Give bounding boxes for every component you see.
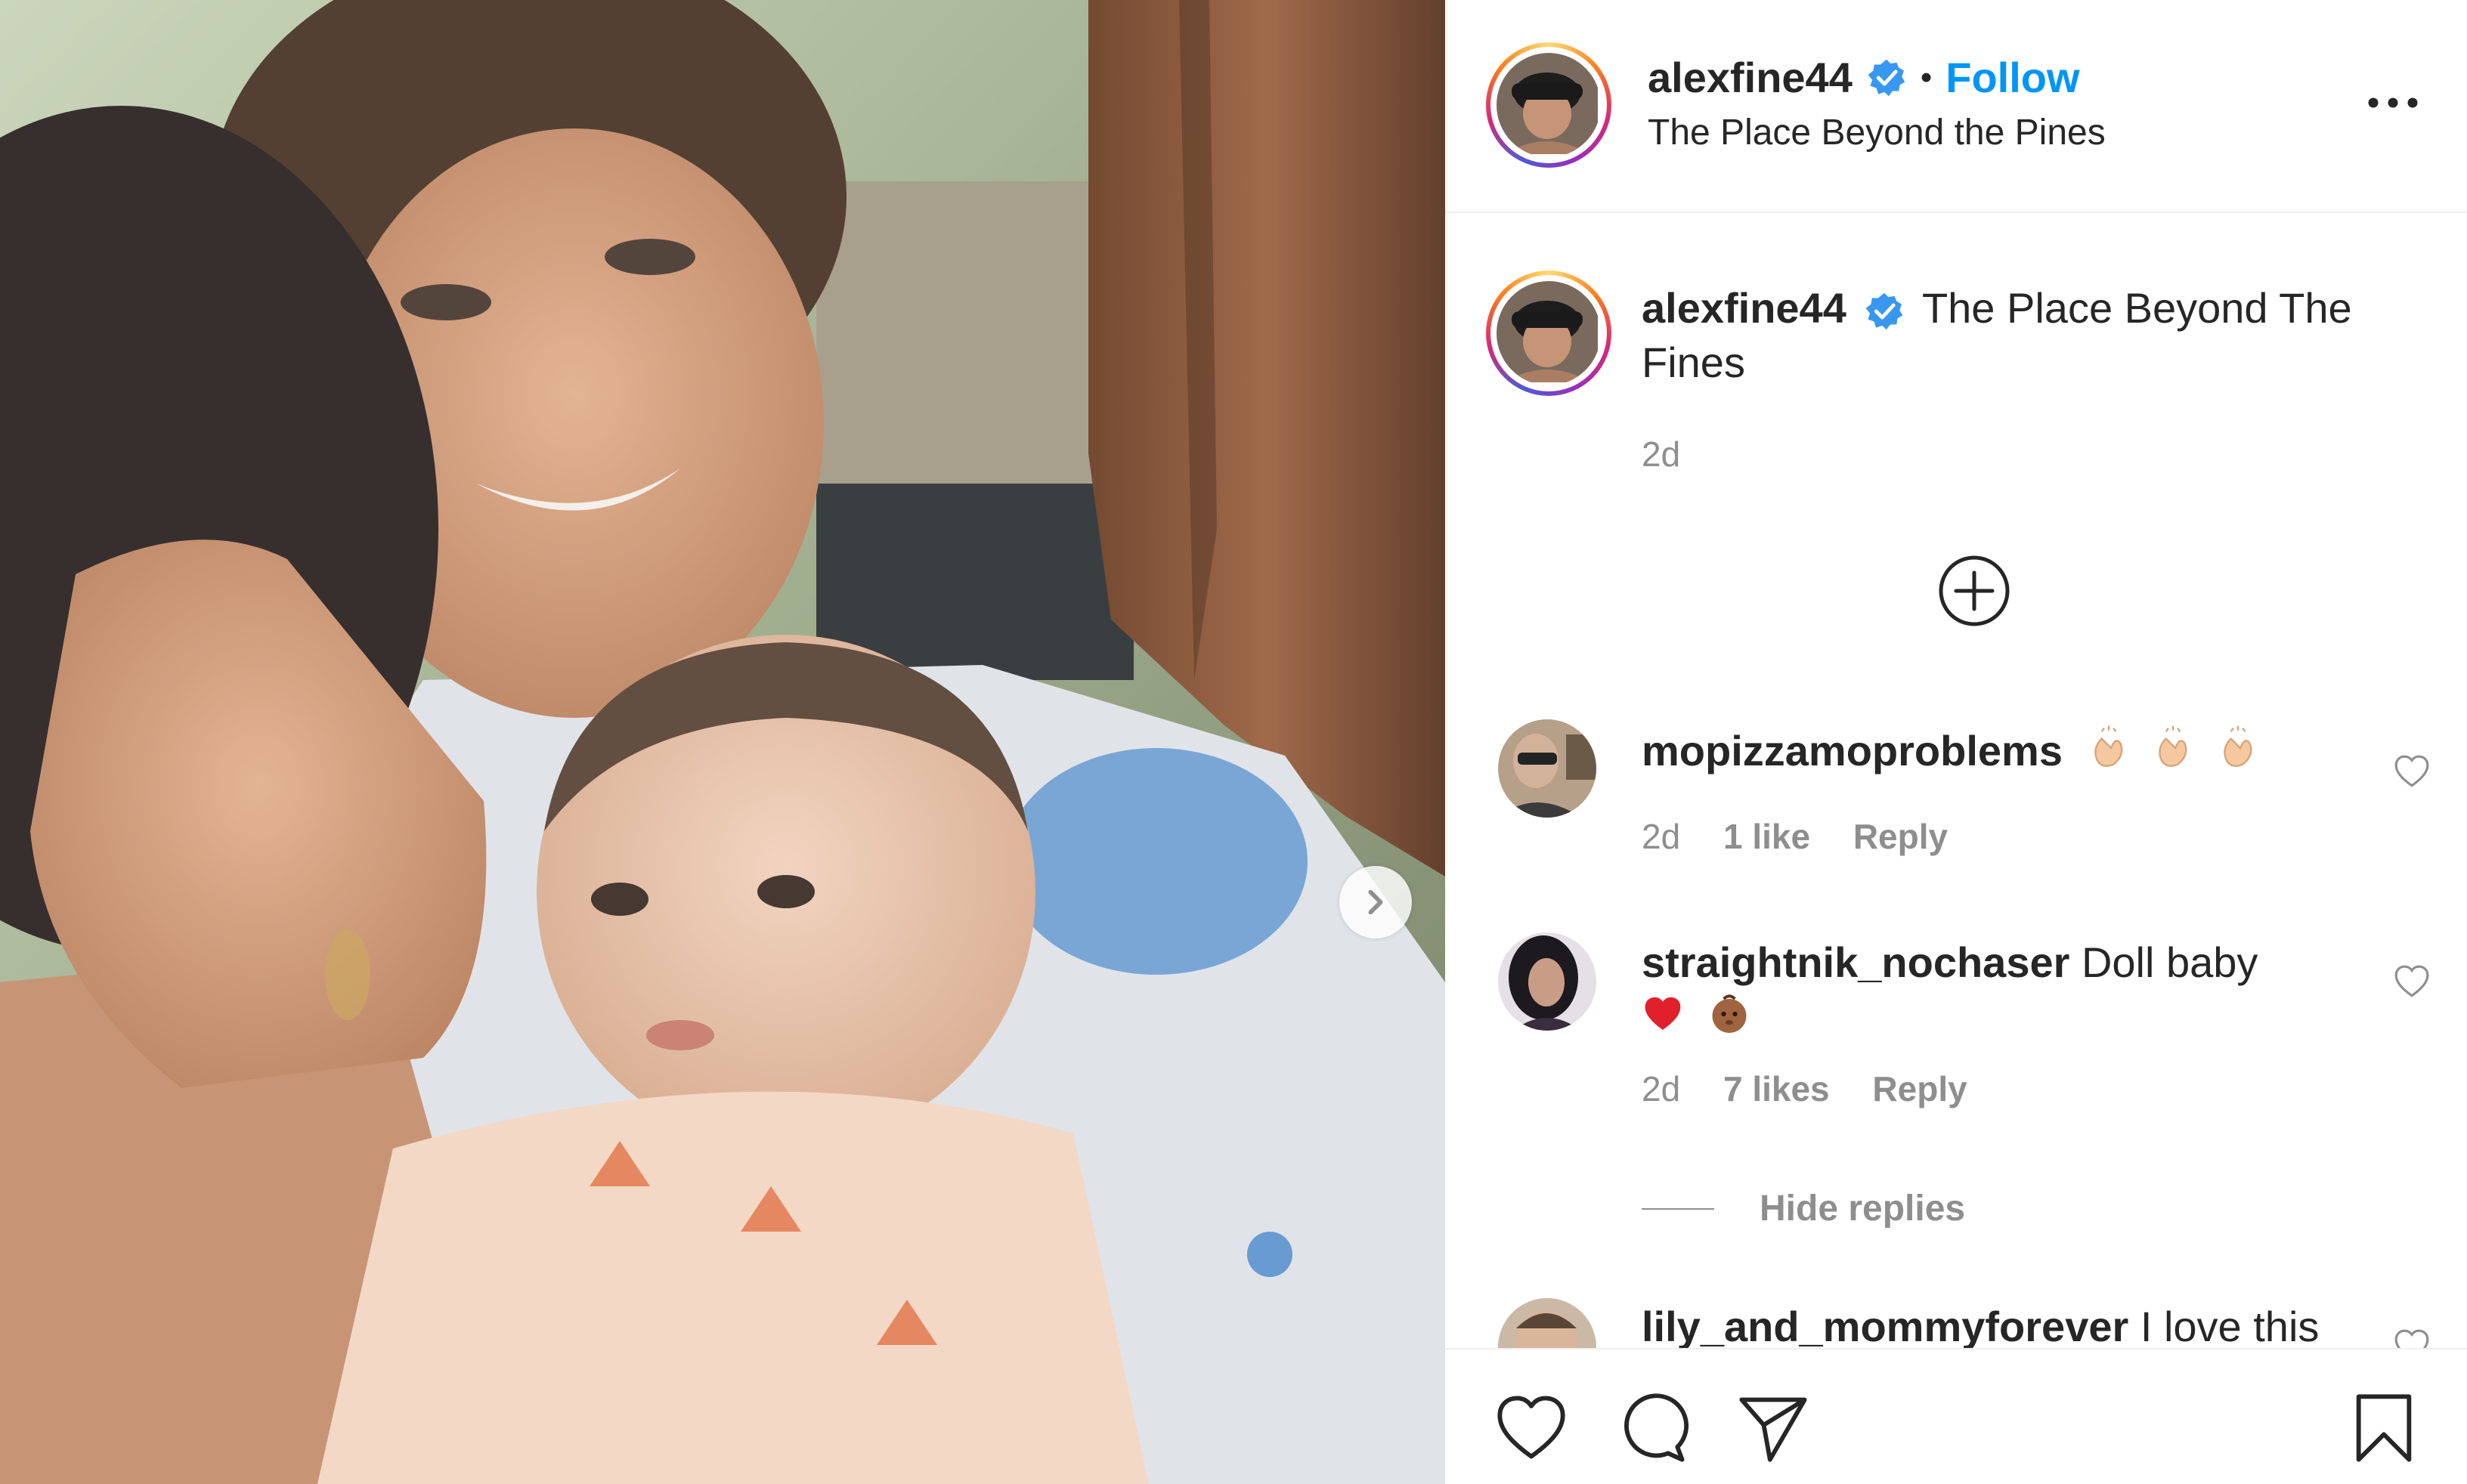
plus-circle-icon [1939,555,2010,626]
post-caption: alexfine44 The Place Beyond The Fines [1642,281,2397,390]
comment-reply-button[interactable]: Reply [1853,817,1948,856]
clapping-hands-emoji [2215,725,2261,784]
heart-icon[interactable] [2393,1327,2431,1348]
load-more-comments-button[interactable] [1936,553,2012,629]
comment-meta: 2d 7 likes Reply [1642,1068,2001,1109]
save-button[interactable] [2346,1390,2422,1466]
share-button[interactable] [1735,1390,1811,1466]
comment-reply-button[interactable]: Reply [1872,1069,1967,1108]
comment-item: lily_and_mommyforever I love this [1445,1285,2467,1348]
caption-timestamp[interactable]: 2d [1642,434,1680,475]
next-photo-button[interactable] [1339,866,1412,938]
hide-replies-line [1642,1207,1714,1210]
comment-username[interactable]: mopizzamoproblems [1642,727,2063,774]
comment-likes[interactable]: 1 like [1723,817,1810,856]
author-avatar[interactable] [1486,42,1611,168]
comment-bubble-icon [1624,1393,1689,1462]
caption-author-avatar[interactable] [1486,271,1611,396]
post-header: alexfine44 • Follow The Place Beyond the… [1445,0,2467,213]
caption-avatar-image [1497,281,1598,382]
follow-button[interactable]: Follow [1945,53,2079,102]
heart-icon[interactable] [2393,963,2431,1000]
comment-text: I love this [2140,1303,2320,1348]
commenter-avatar-image [1498,1298,1596,1348]
post-actions-bar [1445,1348,2467,1484]
baby-emoji [1707,991,1752,1050]
comment-avatar[interactable] [1498,1298,1596,1348]
comment-item: straightnik_nochaser Doll baby 2d 7 like… [1445,931,2467,1158]
post-location[interactable]: The Place Beyond the Pines [1648,112,2106,153]
separator-dot: • [1920,58,1933,96]
author-username[interactable]: alexfine44 [1648,53,1853,102]
comment-button[interactable] [1614,1390,1690,1466]
heart-icon [1497,1396,1565,1459]
verified-badge-icon [1866,292,1903,330]
heart-icon[interactable] [2393,753,2431,790]
author-avatar-image [1497,53,1598,154]
verified-badge-icon [1868,59,1905,96]
caption-username[interactable]: alexfine44 [1642,284,1846,332]
comment-username[interactable]: lily_and_mommyforever [1642,1303,2128,1348]
comment-text: Doll baby [2081,938,2258,986]
hide-replies-button[interactable]: Hide replies [1642,1188,1965,1229]
hide-replies-label: Hide replies [1760,1189,1966,1229]
comment-timestamp[interactable]: 2d [1642,1069,1680,1108]
post-side-panel: alexfine44 • Follow The Place Beyond the… [1445,0,2467,1484]
post-photo[interactable] [0,0,1445,1484]
comment-avatar[interactable] [1498,719,1596,818]
comment-timestamp[interactable]: 2d [1642,817,1680,856]
clapping-hands-emoji [2085,725,2132,784]
comment-username[interactable]: straightnik_nochaser [1642,938,2069,986]
commenter-avatar-image [1498,719,1596,818]
chevron-right-icon [1368,889,1383,915]
post-photo-image [0,0,1445,1484]
like-button[interactable] [1494,1390,1569,1466]
more-options-button[interactable] [2363,88,2423,118]
clapping-hands-emoji [2150,725,2196,784]
bookmark-icon [2356,1394,2412,1462]
red-heart-emoji [1642,993,1684,1048]
comment-avatar[interactable] [1498,932,1596,1031]
comment-likes[interactable]: 7 likes [1723,1069,1830,1108]
comment-meta: 2d 1 like Reply [1642,816,1981,857]
more-options-icon [2368,97,2418,108]
commenter-avatar-image [1498,932,1596,1031]
paper-plane-icon [1739,1397,1807,1462]
comment-item: mopizzamoproblems 2d 1 like Reply [1445,718,2467,869]
